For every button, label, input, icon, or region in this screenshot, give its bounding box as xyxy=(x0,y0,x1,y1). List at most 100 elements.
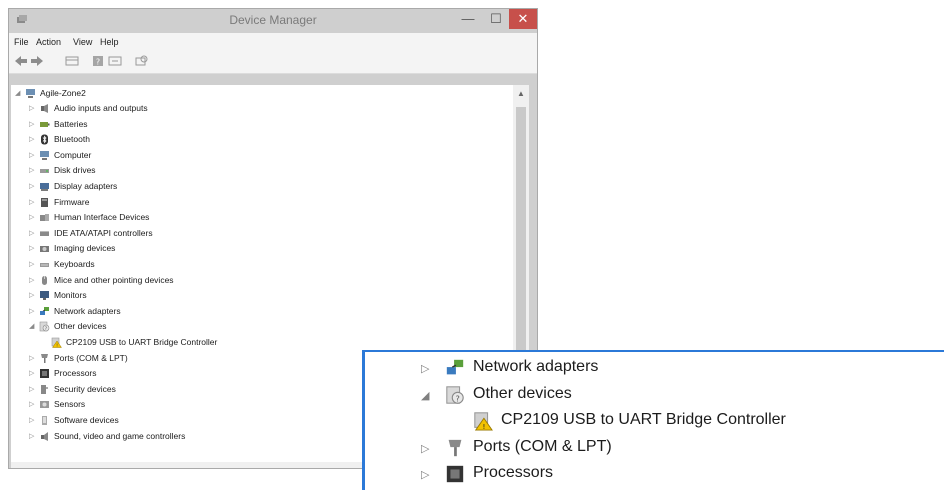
camera-icon xyxy=(39,243,50,254)
mouse-icon xyxy=(39,275,50,286)
tree-item-label: Batteries xyxy=(54,118,88,129)
collapsed-arrow-icon[interactable]: ▷ xyxy=(29,307,34,315)
sensor-icon xyxy=(39,399,50,410)
show-hidden-icon[interactable] xyxy=(108,55,122,67)
keyboard-icon xyxy=(39,259,50,270)
tree-item-label: Audio inputs and outputs xyxy=(54,103,148,113)
collapsed-arrow-icon[interactable]: ▷ xyxy=(29,385,34,393)
tree-item-label: Human Interface Devices xyxy=(54,212,150,223)
properties-view-icon[interactable] xyxy=(65,55,79,67)
collapsed-arrow-icon[interactable]: ▷ xyxy=(29,291,34,299)
title-bar[interactable]: Device Manager — ☐ ✕ xyxy=(9,9,537,32)
processor-icon xyxy=(39,368,50,379)
collapsed-arrow-icon[interactable]: ▷ xyxy=(29,260,34,268)
collapsed-arrow-icon[interactable]: ▷ xyxy=(29,135,34,143)
back-icon[interactable] xyxy=(14,55,28,67)
zoom-item-label: Processors xyxy=(473,464,554,481)
battery-icon xyxy=(39,119,50,130)
sound-controller-icon xyxy=(39,431,50,442)
collapsed-arrow-icon[interactable]: ▷ xyxy=(421,442,429,455)
unknown-device-icon: ? xyxy=(445,385,465,405)
close-button[interactable]: ✕ xyxy=(509,9,537,29)
collapsed-arrow-icon[interactable]: ▷ xyxy=(29,151,34,159)
network-adapter-icon xyxy=(39,306,50,317)
tree-item-label: IDE ATA/ATAPI controllers xyxy=(54,227,153,238)
menu-bar: File Action View Help xyxy=(9,33,537,51)
tree-item-label: Monitors xyxy=(54,290,87,301)
ide-controller-icon xyxy=(39,228,50,239)
tree-root-label: Agile-Zone2 xyxy=(40,88,86,98)
tree-item-label: Firmware xyxy=(54,196,90,207)
scroll-up-icon[interactable]: ▲ xyxy=(517,89,525,98)
collapsed-arrow-icon[interactable]: ▷ xyxy=(29,120,34,128)
unknown-device-icon: ? xyxy=(39,321,50,332)
warning-device-icon: ! xyxy=(51,337,62,348)
collapsed-arrow-icon[interactable]: ▷ xyxy=(421,362,429,375)
monitor-icon xyxy=(39,290,50,301)
help-icon[interactable]: ? xyxy=(91,55,105,67)
network-adapter-icon xyxy=(445,358,465,378)
port-icon xyxy=(445,438,465,458)
zoomed-detail-panel: ▷ Network adapters ◢? Other devices! CP2109 … xyxy=(362,350,944,490)
collapsed-arrow-icon[interactable]: ▷ xyxy=(29,166,34,174)
collapsed-arrow-icon[interactable]: ▷ xyxy=(29,104,34,112)
tree-item-label: Imaging devices xyxy=(54,243,116,254)
collapsed-arrow-icon[interactable]: ▷ xyxy=(29,244,34,252)
tree-item-label: Display adapters xyxy=(54,181,118,191)
collapsed-arrow-icon[interactable]: ▷ xyxy=(29,416,34,424)
speaker-icon xyxy=(39,103,50,114)
collapsed-arrow-icon[interactable]: ▷ xyxy=(29,213,34,221)
port-icon xyxy=(39,353,50,364)
tree-item-label: Computer xyxy=(54,149,92,160)
tree-item-label: Bluetooth xyxy=(54,134,90,145)
forward-icon[interactable] xyxy=(30,55,44,67)
expanded-arrow-icon[interactable]: ◢ xyxy=(15,89,20,97)
firmware-icon xyxy=(39,197,50,208)
zoom-item-label: Ports (COM & LPT) xyxy=(473,437,612,455)
menu-help[interactable]: Help xyxy=(100,37,119,47)
svg-text:?: ? xyxy=(96,58,100,67)
collapsed-arrow-icon[interactable]: ▷ xyxy=(29,432,34,440)
minimize-button[interactable]: — xyxy=(455,9,481,29)
software-device-icon xyxy=(39,415,50,426)
collapsed-arrow-icon[interactable]: ▷ xyxy=(29,182,34,190)
tree-item-label: Disk drives xyxy=(54,165,96,176)
tree-item-label: Other devices xyxy=(54,321,107,332)
zoom-item-label: Other devices xyxy=(473,384,572,402)
collapsed-arrow-icon[interactable]: ▷ xyxy=(29,276,34,284)
collapsed-arrow-icon[interactable]: ▷ xyxy=(29,198,34,206)
tree-item-label: Processors xyxy=(54,368,97,379)
collapsed-arrow-icon[interactable]: ▷ xyxy=(29,354,34,362)
bluetooth-icon xyxy=(39,134,50,145)
tree-item-label: Sensors xyxy=(54,399,86,410)
zoom-item-label: CP2109 USB to UART Bridge Controller xyxy=(501,411,786,428)
collapsed-arrow-icon[interactable]: ▷ xyxy=(29,369,34,377)
security-device-icon xyxy=(39,384,50,395)
scan-hardware-icon[interactable] xyxy=(134,55,148,67)
hid-icon xyxy=(39,212,50,223)
menu-action[interactable]: Action xyxy=(36,37,61,47)
svg-text:?: ? xyxy=(456,393,460,403)
menu-file[interactable]: File xyxy=(14,37,29,47)
tree-item-label: Software devices xyxy=(54,415,119,425)
tree-item-label: Security devices xyxy=(54,383,116,394)
zoom-item-label: Network adapters xyxy=(473,358,599,375)
collapsed-arrow-icon[interactable]: ▷ xyxy=(29,400,34,408)
warning-device-icon: ! xyxy=(473,411,493,431)
tree-item-label: Sound, video and game controllers xyxy=(54,430,186,441)
expanded-arrow-icon[interactable]: ◢ xyxy=(421,389,429,402)
computer-icon xyxy=(26,89,35,98)
tree-item-label: Ports (COM & LPT) xyxy=(54,352,128,363)
tree-item-label: Mice and other pointing devices xyxy=(54,274,174,285)
tree-item-label: Network adapters xyxy=(54,305,121,316)
collapsed-arrow-icon[interactable]: ▷ xyxy=(421,468,429,481)
tree-item-label: Keyboards xyxy=(54,259,95,269)
maximize-button[interactable]: ☐ xyxy=(483,9,509,29)
menu-view[interactable]: View xyxy=(73,37,92,47)
svg-text:!: ! xyxy=(56,343,58,348)
tree-item-label: CP2109 USB to UART Bridge Controller xyxy=(66,337,218,347)
toolbar: ? xyxy=(9,51,537,74)
expanded-arrow-icon[interactable]: ◢ xyxy=(29,322,34,330)
processor-icon xyxy=(445,464,465,484)
collapsed-arrow-icon[interactable]: ▷ xyxy=(29,229,34,237)
